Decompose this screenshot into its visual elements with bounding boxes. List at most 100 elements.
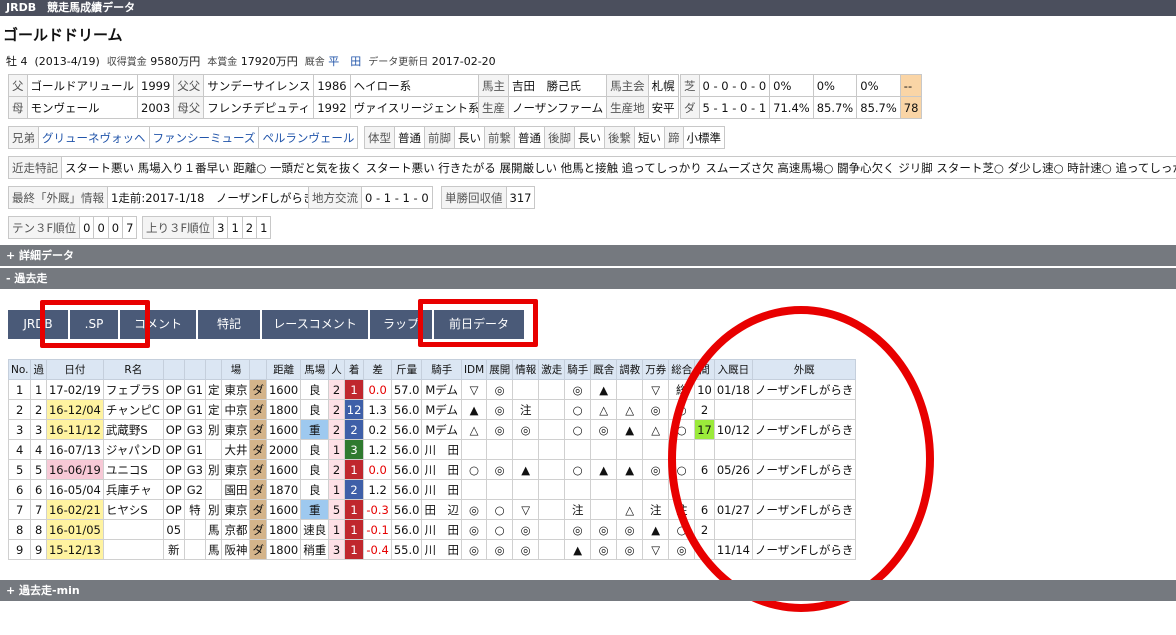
pedigree-damsire: サンデーサイレンス: [203, 74, 315, 97]
table-cell: ○: [460, 459, 488, 480]
table-cell: 重: [300, 419, 330, 440]
table-cell: ダ: [249, 419, 267, 440]
ten3f-box: テン３F順位 0 0 0 7: [7, 216, 138, 239]
table-cell: 1: [343, 499, 365, 520]
body-attr: 蹄: [664, 126, 684, 149]
table-cell: ◎: [590, 519, 618, 540]
table-cell: 3: [343, 439, 365, 460]
table-cell: [642, 439, 670, 460]
table-cell: OP: [162, 479, 185, 500]
table-cell: 1: [343, 519, 365, 540]
table-header: 調教: [616, 359, 644, 380]
section-past-toggle[interactable]: - 過去走: [0, 268, 1176, 289]
table-header: 騎手: [564, 359, 592, 380]
table-cell: 1600: [265, 419, 302, 440]
table-cell: 56.0: [390, 419, 423, 440]
table-cell: ダ: [249, 499, 267, 520]
body-attr: 普通: [394, 126, 425, 149]
recent-notes: 近走特記 スタート悪い 馬場入り１番早い 距離○ 一頭だと気を抜く スタート悪い …: [8, 156, 1176, 179]
table-cell: 1.3: [363, 399, 392, 420]
table-cell: OP: [162, 399, 185, 420]
sibling-link[interactable]: グリューネヴォッヘ: [38, 126, 150, 149]
pedigree-year: 1999: [136, 74, 175, 97]
body-attr: 長い: [454, 126, 485, 149]
table-cell: 1: [328, 479, 345, 500]
table-cell: Mデム: [421, 399, 462, 420]
table-cell: △: [460, 419, 488, 440]
table-header: 着: [343, 359, 365, 380]
surface-label: ダ: [680, 96, 700, 119]
table-cell: 注: [642, 499, 670, 520]
body-attr: 前脚: [424, 126, 455, 149]
table-cell: 良: [300, 379, 330, 400]
tab-special[interactable]: 特記: [198, 310, 260, 339]
table-cell: 16-01/05: [45, 519, 104, 540]
table-cell: 注: [564, 499, 592, 520]
table-cell: ユニコS: [102, 459, 164, 480]
tab-race-comment[interactable]: レースコメント: [262, 310, 368, 339]
table-cell: 1600: [265, 459, 302, 480]
table-cell: 良: [300, 479, 330, 500]
table-cell: 0.0: [363, 459, 392, 480]
table-header: 情報: [512, 359, 540, 380]
table-cell: 2: [328, 399, 345, 420]
table-cell: [616, 439, 644, 460]
table-cell: ◎: [590, 419, 618, 440]
table-cell: 8: [7, 519, 32, 540]
app-title-bar: JRDB 競走馬成績データ: [0, 0, 1176, 16]
table-cell: ▲: [460, 399, 488, 420]
table-cell: 16-06/19: [45, 459, 104, 480]
table-cell: -0.4: [363, 539, 392, 560]
table-cell: 4: [7, 439, 32, 460]
sibling-link[interactable]: ペルランヴェール: [258, 126, 359, 149]
table-header: No.: [7, 359, 32, 380]
table-header: [162, 359, 185, 380]
table-cell: ◎: [460, 499, 488, 520]
section-detail-toggle[interactable]: + 詳細データ: [0, 245, 1176, 266]
surface-stat: 0%: [812, 74, 858, 97]
annotation-highlight-prev-day: [418, 299, 538, 347]
table-cell: ◎: [512, 519, 540, 540]
trainer-link[interactable]: 平 田: [328, 55, 361, 68]
pedigree-table: 父ゴールドアリュール 1999 父父 サンデーサイレンス 1986 ヘイロー系母モンヴェー…: [8, 74, 484, 119]
table-cell: 7: [7, 499, 32, 520]
surface-label: 芝: [680, 74, 700, 97]
sibling-link[interactable]: ファンシーミューズ: [148, 126, 260, 149]
table-header: 場: [221, 359, 251, 380]
table-cell: [183, 539, 206, 560]
table-header: 騎手: [421, 359, 462, 380]
siblings-box: 兄弟 グリューネヴォッヘ ファンシーミューズ ペルランヴェール: [8, 126, 359, 149]
body-attr: 小標準: [682, 126, 725, 149]
table-cell: 川 田: [421, 459, 462, 480]
table-cell: ◎: [460, 519, 488, 540]
table-cell: [616, 479, 644, 500]
table-cell: ◎: [512, 539, 540, 560]
table-cell: [564, 439, 592, 460]
table-cell: ○: [564, 459, 592, 480]
pedigree-line: ヘイロー系: [349, 74, 484, 97]
table-cell: ◎: [460, 539, 488, 560]
body-attr: 後繋: [604, 126, 635, 149]
table-cell: ◎: [486, 399, 514, 420]
table-cell: 2000: [265, 439, 302, 460]
horse-name: ゴールドドリーム: [3, 26, 123, 44]
table-cell: ▽: [642, 539, 670, 560]
table-cell: 1800: [265, 539, 302, 560]
table-cell: 16-02/21: [45, 499, 104, 520]
table-cell: 2: [30, 399, 47, 420]
table-cell: ◎: [486, 379, 514, 400]
table-header: 展開: [486, 359, 514, 380]
table-cell: 川 田: [421, 439, 462, 460]
table-cell: ▲: [512, 459, 540, 480]
table-cell: ◎: [616, 539, 644, 560]
table-cell: 別: [204, 419, 223, 440]
table-cell: OP: [162, 499, 185, 520]
body-attr: 体型: [364, 126, 395, 149]
table-cell: [538, 399, 566, 420]
owner-value: 安平: [647, 96, 679, 119]
table-cell: 3: [7, 419, 32, 440]
table-cell: 5: [328, 499, 345, 520]
table-cell: 2: [328, 379, 345, 400]
table-cell: ○: [486, 519, 514, 540]
section-pastmin-toggle[interactable]: + 過去走-min: [0, 580, 1176, 601]
